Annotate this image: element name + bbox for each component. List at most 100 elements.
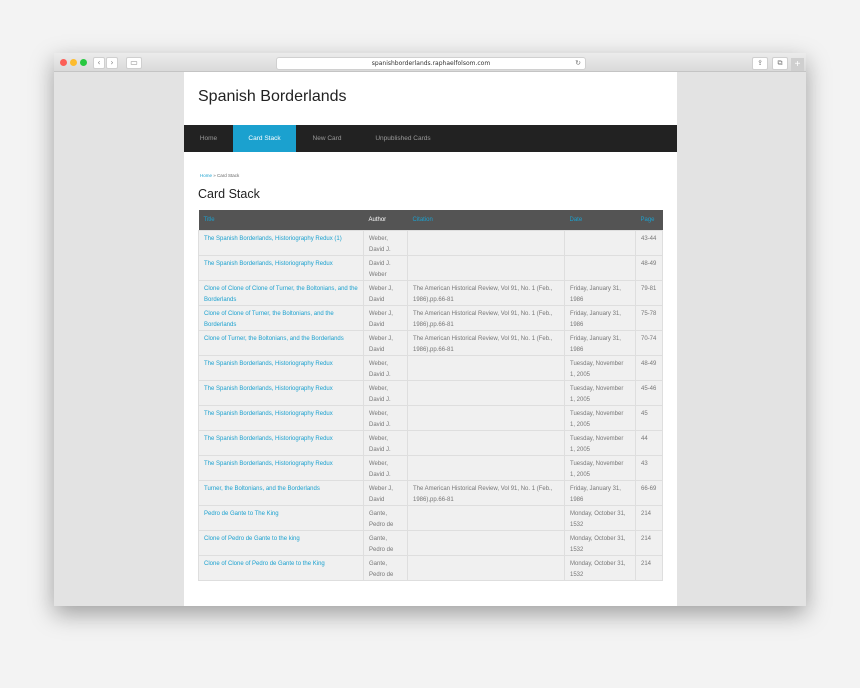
cell-title[interactable]: Clone of Clone of Turner, the Boltonians… — [198, 305, 364, 331]
cell-date: Monday, October 31, 1532 — [564, 555, 636, 581]
cell-title[interactable]: The Spanish Borderlands, Historiography … — [198, 430, 364, 456]
back-icon[interactable]: ‹ — [93, 57, 105, 69]
table-row: Turner, the Boltonians, and the Borderla… — [198, 480, 663, 506]
tabs-overview-icon[interactable]: ⧉ — [772, 57, 788, 70]
cell-page: 66-69 — [635, 480, 663, 506]
browser-titlebar: ‹ › ▭ spanishborderlands.raphaelfolsom.c… — [54, 53, 806, 72]
new-tab-icon[interactable]: + — [791, 58, 804, 71]
cell-author: Gante, Pedro de — [363, 555, 408, 581]
cell-title[interactable]: The Spanish Borderlands, Historiography … — [198, 455, 364, 481]
table-row: Clone of Turner, the Boltonians, and the… — [198, 330, 663, 356]
zoom-window-icon[interactable] — [80, 59, 87, 66]
cell-date — [564, 255, 636, 281]
cell-date: Friday, January 31, 1986 — [564, 280, 636, 306]
column-header-citation[interactable]: Citation — [407, 210, 565, 231]
reload-icon[interactable]: ↻ — [575, 58, 581, 69]
table-row: Clone of Clone of Pedro de Gante to the … — [198, 555, 663, 581]
cell-author: Gante, Pedro de — [363, 505, 408, 531]
cell-title[interactable]: The Spanish Borderlands, Historiography … — [198, 380, 364, 406]
cell-citation — [407, 405, 565, 431]
forward-icon[interactable]: › — [106, 57, 118, 69]
cell-title[interactable]: Clone of Clone of Clone of Turner, the B… — [198, 280, 364, 306]
cell-date: Friday, January 31, 1986 — [564, 480, 636, 506]
cell-author: Weber J, David — [363, 280, 408, 306]
sidebar-toggle-icon[interactable]: ▭ — [126, 57, 142, 69]
table-row: The Spanish Borderlands, Historiography … — [198, 230, 663, 256]
cell-page: 214 — [635, 555, 663, 581]
cell-date: Tuesday, November 1, 2005 — [564, 455, 636, 481]
cell-citation — [407, 505, 565, 531]
nav-unpublished-cards[interactable]: Unpublished Cards — [358, 125, 448, 152]
web-page: Spanish Borderlands Home Card Stack New … — [184, 72, 677, 606]
cell-title[interactable]: The Spanish Borderlands, Historiography … — [198, 405, 364, 431]
cell-author: Weber, David J. — [363, 355, 408, 381]
cell-author: Weber J, David — [363, 305, 408, 331]
nav-new-card[interactable]: New Card — [296, 125, 358, 152]
cell-page: 48-49 — [635, 355, 663, 381]
cell-date: Tuesday, November 1, 2005 — [564, 355, 636, 381]
column-header-date[interactable]: Date — [564, 210, 636, 231]
cell-title[interactable]: The Spanish Borderlands, Historiography … — [198, 255, 364, 281]
nav-home[interactable]: Home — [184, 125, 233, 152]
page-title: Card Stack — [198, 187, 260, 201]
cell-date — [564, 230, 636, 256]
cell-date: Tuesday, November 1, 2005 — [564, 380, 636, 406]
cell-title[interactable]: The Spanish Borderlands, Historiography … — [198, 355, 364, 381]
table-row: Clone of Pedro de Gante to the king Gante… — [198, 530, 663, 556]
cell-page: 43-44 — [635, 230, 663, 256]
table-row: Clone of Clone of Clone of Turner, the B… — [198, 280, 663, 306]
cell-citation: The American Historical Review, Vol 91, … — [407, 280, 565, 306]
cell-page: 44 — [635, 430, 663, 456]
cell-citation — [407, 380, 565, 406]
main-nav: Home Card Stack New Card Unpublished Car… — [184, 125, 677, 152]
share-icon[interactable]: ⇪ — [752, 57, 768, 70]
cell-author: Weber, David J. — [363, 455, 408, 481]
address-bar[interactable]: spanishborderlands.raphaelfolsom.com ↻ — [276, 57, 586, 70]
minimize-window-icon[interactable] — [70, 59, 77, 66]
cell-author: Weber, David J. — [363, 380, 408, 406]
cell-citation: The American Historical Review, Vol 91, … — [407, 330, 565, 356]
cell-title[interactable]: Turner, the Boltonians, and the Borderla… — [198, 480, 364, 506]
cell-citation: The American Historical Review, Vol 91, … — [407, 480, 565, 506]
nav-card-stack[interactable]: Card Stack — [233, 125, 296, 152]
breadcrumb-home[interactable]: Home — [200, 173, 212, 178]
cell-page: 214 — [635, 530, 663, 556]
table-row: The Spanish Borderlands, Historiography … — [198, 255, 663, 281]
browser-window: ‹ › ▭ spanishborderlands.raphaelfolsom.c… — [54, 53, 806, 606]
cell-citation — [407, 530, 565, 556]
address-bar-url: spanishborderlands.raphaelfolsom.com — [371, 60, 491, 67]
cell-date: Tuesday, November 1, 2005 — [564, 430, 636, 456]
cell-title[interactable]: Clone of Clone of Pedro de Gante to the … — [198, 555, 364, 581]
cell-date: Monday, October 31, 1532 — [564, 505, 636, 531]
cell-citation — [407, 355, 565, 381]
cell-citation: The American Historical Review, Vol 91, … — [407, 305, 565, 331]
cell-title[interactable]: Clone of Turner, the Boltonians, and the… — [198, 330, 364, 356]
table-row: The Spanish Borderlands, Historiography … — [198, 355, 663, 381]
table-body: The Spanish Borderlands, Historiography … — [198, 230, 663, 581]
cell-author: Gante, Pedro de — [363, 530, 408, 556]
cell-citation — [407, 455, 565, 481]
breadcrumb-current: Card Stack — [217, 173, 240, 178]
cell-title[interactable]: Pedro de Gante to The King — [198, 505, 364, 531]
cell-page: 45 — [635, 405, 663, 431]
column-header-page[interactable]: Page — [635, 210, 663, 231]
breadcrumb: Home » Card Stack — [200, 173, 239, 178]
close-window-icon[interactable] — [60, 59, 67, 66]
cell-citation — [407, 555, 565, 581]
card-stack-table: Title Author Citation Date Page The Span… — [198, 210, 663, 581]
cell-page: 79-81 — [635, 280, 663, 306]
cell-page: 75-78 — [635, 305, 663, 331]
cell-title[interactable]: Clone of Pedro de Gante to the king — [198, 530, 364, 556]
site-title[interactable]: Spanish Borderlands — [198, 88, 347, 106]
cell-author: Weber J, David — [363, 330, 408, 356]
column-header-title[interactable]: Title — [198, 210, 364, 231]
cell-date: Friday, January 31, 1986 — [564, 330, 636, 356]
cell-date: Friday, January 31, 1986 — [564, 305, 636, 331]
cell-page: 48-49 — [635, 255, 663, 281]
cell-author: Weber, David J. — [363, 405, 408, 431]
cell-date: Monday, October 31, 1532 — [564, 530, 636, 556]
cell-title[interactable]: The Spanish Borderlands, Historiography … — [198, 230, 364, 256]
table-header-row: Title Author Citation Date Page — [198, 210, 663, 231]
cell-author: Weber J, David — [363, 480, 408, 506]
cell-author: David J. Weber — [363, 255, 408, 281]
